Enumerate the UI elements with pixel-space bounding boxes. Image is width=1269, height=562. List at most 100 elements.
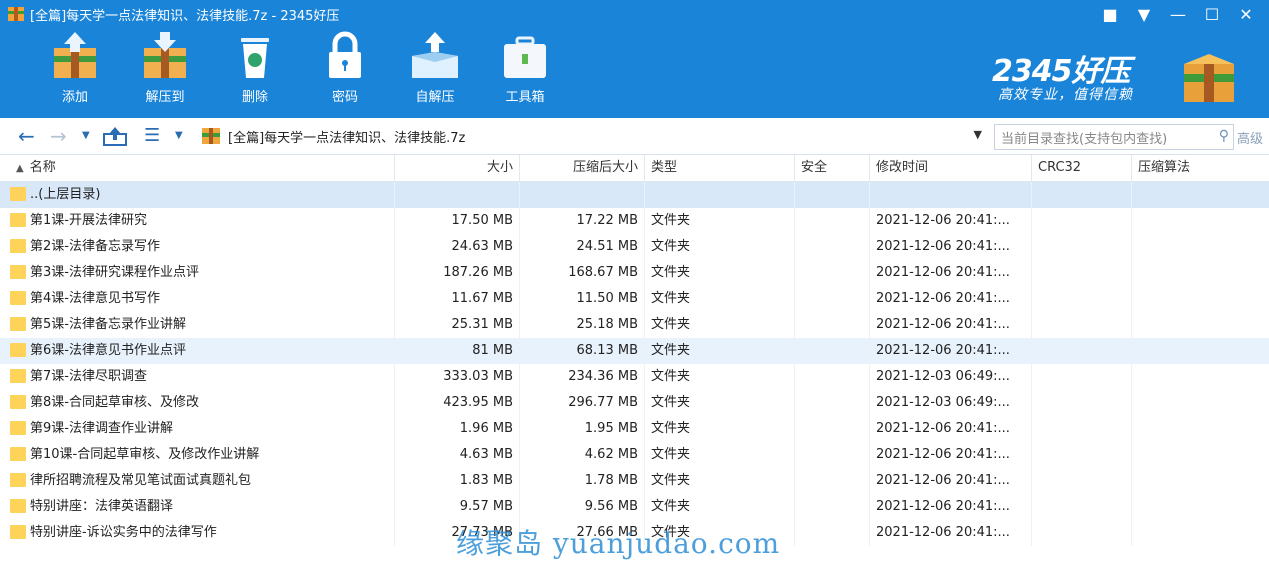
cell-name: 第8课-合同起草审核、及修改 [0,390,395,416]
table-row[interactable]: 特别讲座：法律英语翻译 9.57 MB 9.56 MB 文件夹 2021-12-06 2… [0,494,1269,520]
back-arrow-icon[interactable]: ← [18,126,35,146]
cell-size: 1.83 MB [395,468,520,494]
advanced-search-link[interactable]: 高级 [1237,128,1263,147]
parent-directory-row[interactable]: ..(上层目录) [0,182,1269,208]
column-name[interactable]: ▲ 名称 [0,155,395,181]
column-security[interactable]: 安全 [795,155,870,181]
table-row[interactable]: 第1课-开展法律研究 17.50 MB 17.22 MB 文件夹 2021-12-06 … [0,208,1269,234]
add-button[interactable]: 添加 [30,30,120,112]
table-row[interactable]: 第10课-合同起草审核、及修改作业讲解 4.63 MB 4.62 MB 文件夹 2021… [0,442,1269,468]
cell-modified-time: 2021-12-06 20:41:... [870,312,1032,338]
table-row[interactable]: 第8课-合同起草审核、及修改 423.95 MB 296.77 MB 文件夹 2021-… [0,390,1269,416]
column-crc32[interactable]: CRC32 [1032,155,1132,181]
column-header-row: ▲ 名称 大小 压缩后大小 类型 安全 修改时间 CRC32 压缩算法 [0,155,1269,182]
table-row[interactable]: 第2课-法律备忘录写作 24.63 MB 24.51 MB 文件夹 2021-12-06… [0,234,1269,260]
cell-type: 文件夹 [645,364,795,390]
column-size[interactable]: 大小 [395,155,520,181]
toolbox-button[interactable]: 工具箱 [480,30,570,112]
extract-to-button[interactable]: 解压到 [120,30,210,112]
cell-modified-time: 2021-12-03 06:49:... [870,364,1032,390]
cell-size: 187.26 MB [395,260,520,286]
chat-icon[interactable]: ■ [1093,0,1127,28]
maximize-icon[interactable]: ☐ [1195,0,1229,28]
cell-name: 第7课-法律尽职调查 [0,364,395,390]
cell-name: 第2课-法律备忘录写作 [0,234,395,260]
self-extract-button[interactable]: 自解压 [390,30,480,112]
column-compressed-size[interactable]: 压缩后大小 [520,155,645,181]
cell-compressed-size: 17.22 MB [520,208,645,234]
cell-type: 文件夹 [645,312,795,338]
folder-icon [10,186,26,201]
path-text: [全篇]每天学一点法律知识、法律技能.7z [228,131,466,146]
file-name: 第2课-法律备忘录写作 [30,239,160,254]
close-icon[interactable]: ✕ [1229,0,1263,28]
cell-security [795,312,870,338]
password-icon [329,31,361,78]
cell-security [795,364,870,390]
column-algorithm[interactable]: 压缩算法 [1132,155,1269,181]
cell-modified-time: 2021-12-06 20:41:... [870,468,1032,494]
cell-name: 第10课-合同起草审核、及修改作业讲解 [0,442,395,468]
toolbox-icon [504,36,546,78]
table-row[interactable]: 第9课-法律调查作业讲解 1.96 MB 1.95 MB 文件夹 2021-12-06 … [0,416,1269,442]
brand-banner: 2345好压 高效专业，值得信赖 [992,46,1252,106]
up-folder-icon[interactable] [102,126,128,146]
cell-crc32 [1032,494,1132,520]
cell-algorithm [1132,234,1269,260]
cell-compressed-size: 1.78 MB [520,468,645,494]
menu-dropdown-icon[interactable]: ▼ [1127,0,1161,28]
forward-arrow-icon[interactable]: → [50,126,67,146]
cell-compressed-size: 1.95 MB [520,416,645,442]
cell-algorithm [1132,390,1269,416]
add-label: 添加 [61,90,88,105]
table-row[interactable]: 律所招聘流程及常见笔试面试真题礼包 1.83 MB 1.78 MB 文件夹 2021-1… [0,468,1269,494]
cell-modified-time: 2021-12-06 20:41:... [870,442,1032,468]
cell-algorithm [1132,364,1269,390]
cell-algorithm [1132,442,1269,468]
cell-compressed-size: 234.36 MB [520,364,645,390]
folder-icon [10,264,26,279]
password-button[interactable]: 密码 [300,30,390,112]
table-row[interactable]: 第7课-法律尽职调查 333.03 MB 234.36 MB 文件夹 2021-12-0… [0,364,1269,390]
file-name: 第5课-法律备忘录作业讲解 [30,317,186,332]
folder-icon [10,498,26,513]
cell-compressed-size: 168.67 MB [520,260,645,286]
table-row[interactable]: 第3课-法律研究课程作业点评 187.26 MB 168.67 MB 文件夹 2021-… [0,260,1269,286]
cell-type: 文件夹 [645,338,795,364]
cell-modified-time: 2021-12-06 20:41:... [870,416,1032,442]
cell-size: 25.31 MB [395,312,520,338]
add-archive-icon [54,32,96,78]
folder-icon [10,368,26,383]
view-list-icon[interactable]: ☰ [144,126,160,146]
cell-compressed-size: 68.13 MB [520,338,645,364]
cell-modified-time: 2021-12-06 20:41:... [870,520,1032,546]
search-icon[interactable]: ⚲ [1219,128,1229,144]
minimize-icon[interactable]: — [1161,0,1195,28]
cell-size: 81 MB [395,338,520,364]
cell-type: 文件夹 [645,286,795,312]
search-input[interactable]: 当前目录查找(支持包内查找) ⚲ [994,124,1234,150]
table-row[interactable]: 第4课-法律意见书写作 11.67 MB 11.50 MB 文件夹 2021-12-06… [0,286,1269,312]
table-row[interactable]: 第5课-法律备忘录作业讲解 25.31 MB 25.18 MB 文件夹 2021-12-… [0,312,1269,338]
cell-type: 文件夹 [645,468,795,494]
cell-algorithm [1132,286,1269,312]
column-modified-time[interactable]: 修改时间 [870,155,1032,181]
search-placeholder: 当前目录查找(支持包内查找) [1001,132,1168,147]
cell-compressed-size: 296.77 MB [520,390,645,416]
table-row[interactable]: 第6课-法律意见书作业点评 81 MB 68.13 MB 文件夹 2021-12-06 … [0,338,1269,364]
view-dropdown-icon[interactable]: ▼ [175,126,183,146]
cell-crc32 [1032,364,1132,390]
column-type[interactable]: 类型 [645,155,795,181]
path-dropdown-icon[interactable]: ▼ [974,128,982,141]
folder-icon [10,524,26,539]
path-box[interactable]: [全篇]每天学一点法律知识、法律技能.7z ▼ [198,124,988,148]
main-toolbar: 添加 解压到 删除 密码 自解压 工具箱 [30,30,570,112]
cell-crc32 [1032,338,1132,364]
cell-type: 文件夹 [645,390,795,416]
cell-compressed-size: 9.56 MB [520,494,645,520]
delete-icon [241,38,269,78]
delete-button[interactable]: 删除 [210,30,300,112]
cell-security [795,416,870,442]
history-dropdown-icon[interactable]: ▼ [82,126,90,146]
cell-algorithm [1132,208,1269,234]
